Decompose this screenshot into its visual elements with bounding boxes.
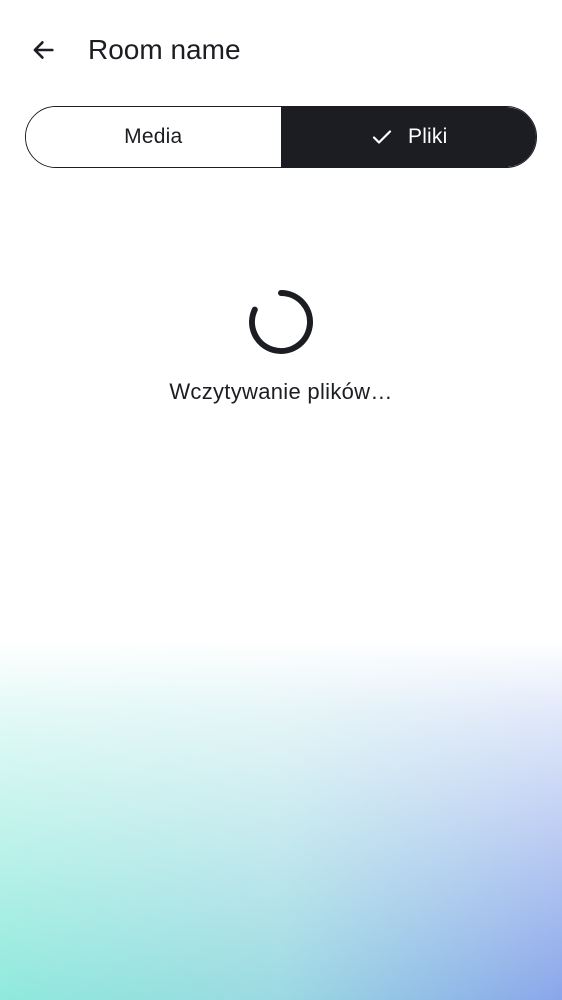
check-icon [370,125,394,149]
loading-text: Wczytywanie plików… [169,379,393,404]
page-title: Room name [88,34,241,65]
top-app-bar: Room name [0,0,562,100]
arrow-left-icon [33,41,54,59]
spinner-icon [249,290,313,354]
tab-media[interactable]: Media [26,107,282,167]
back-button[interactable] [22,29,64,71]
tab-media-label: Media [124,125,183,148]
tab-files[interactable]: Pliki [281,107,536,167]
media-files-segmented-control: Media Pliki [25,106,537,168]
tab-files-label: Pliki [407,125,448,148]
loading-indicator: Wczytywanie plików… [0,288,562,407]
background-gradient [0,640,562,1000]
